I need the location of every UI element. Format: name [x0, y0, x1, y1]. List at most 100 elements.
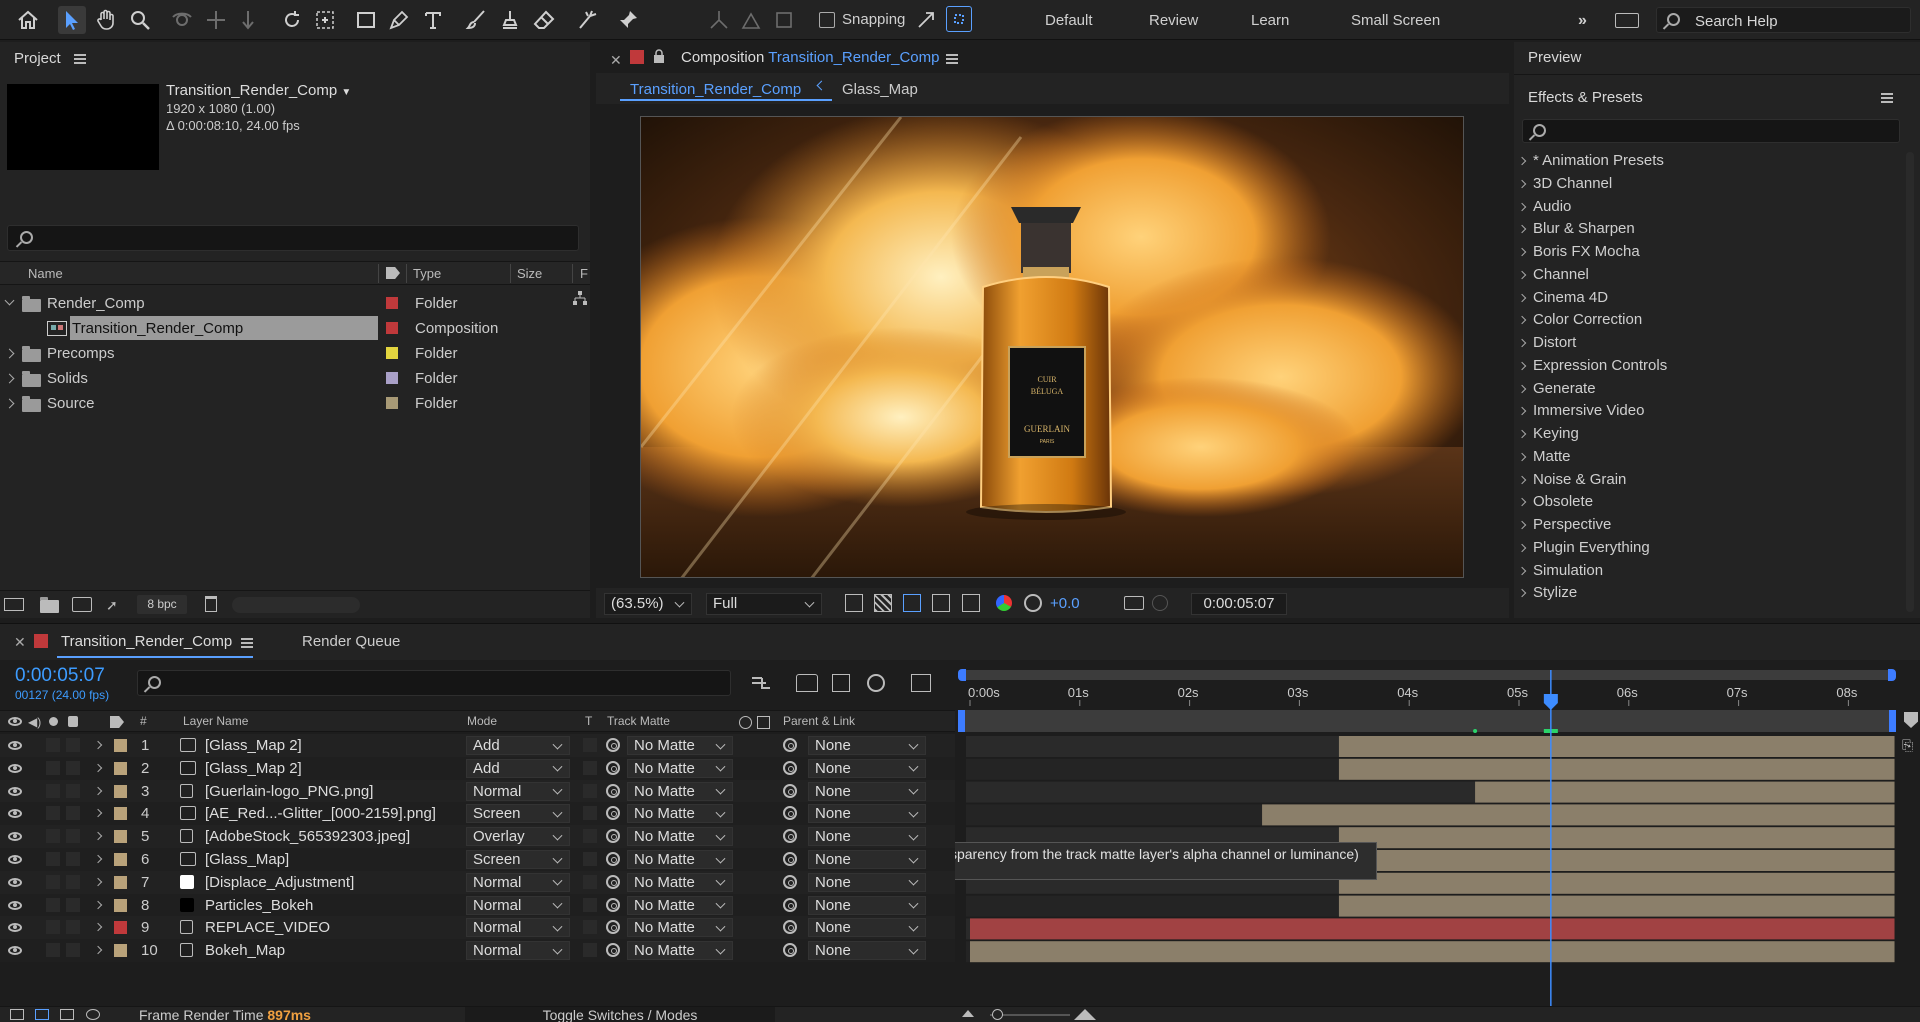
chevron-right-icon[interactable]	[93, 923, 103, 932]
parent-pickwhip-icon[interactable]	[783, 943, 797, 958]
magnification-dropdown[interactable]: (63.5%)	[604, 593, 692, 615]
label-swatch[interactable]	[386, 397, 398, 409]
channel-icon[interactable]	[996, 595, 1012, 611]
matte-pickwhip-icon[interactable]	[606, 760, 620, 775]
parent-dropdown[interactable]: None	[808, 758, 926, 778]
zoom-tool-icon[interactable]	[126, 6, 154, 34]
chevron-right-icon[interactable]	[93, 877, 103, 887]
matte-alpha-column-icon[interactable]	[739, 716, 752, 729]
layer-name[interactable]: Bokeh_Map	[205, 942, 285, 959]
region-of-interest-icon[interactable]	[932, 594, 950, 612]
pan-camera-icon[interactable]	[202, 6, 230, 34]
layer-row[interactable]: 10 Bokeh_Map Normal No Matte None	[0, 939, 955, 963]
preserve-transparency-switch[interactable]	[583, 943, 597, 958]
layer-label-swatch[interactable]	[114, 898, 127, 912]
project-comp-name[interactable]: Transition_Render_Comp ▼	[166, 82, 351, 99]
matte-pickwhip-icon[interactable]	[606, 738, 620, 752]
video-column-icon[interactable]	[8, 717, 22, 726]
trash-icon[interactable]	[205, 596, 217, 612]
graph-editor-icon[interactable]	[911, 674, 931, 692]
track-matte-dropdown[interactable]: No Matte	[627, 941, 733, 961]
composition-menu-icon[interactable]	[946, 54, 958, 64]
roto-brush-icon[interactable]	[574, 6, 602, 34]
matte-pickwhip-icon[interactable]	[606, 783, 620, 798]
workspace-tab-1[interactable]: Review	[1149, 12, 1198, 29]
layer-label-swatch[interactable]	[114, 807, 127, 821]
label-column-icon[interactable]	[110, 716, 124, 728]
parent-pickwhip-icon[interactable]	[783, 783, 797, 798]
workspace-tab-3[interactable]: Small Screen	[1351, 12, 1440, 29]
parent-pickwhip-icon[interactable]	[783, 738, 797, 752]
parent-dropdown[interactable]: None	[808, 872, 926, 892]
bit-depth-button[interactable]: 8 bpc	[137, 595, 187, 614]
chevron-right-icon[interactable]	[93, 831, 103, 841]
matte-pickwhip-icon[interactable]	[606, 829, 620, 844]
label-swatch[interactable]	[386, 347, 398, 359]
lock-switch[interactable]	[66, 806, 80, 821]
layer-label-swatch[interactable]	[114, 784, 127, 798]
blend-mode-dropdown[interactable]: Normal	[466, 895, 570, 915]
blend-mode-dropdown[interactable]: Add	[466, 736, 570, 755]
column-mode[interactable]: Mode	[467, 714, 497, 728]
eye-icon[interactable]	[8, 809, 22, 819]
column-name[interactable]: Name	[28, 266, 63, 281]
transparency-grid-icon[interactable]	[874, 594, 892, 612]
layer-name[interactable]: [AdobeStock_565392303.jpeg]	[205, 828, 410, 845]
pen-tool-icon[interactable]	[385, 6, 413, 34]
flowchart-icon[interactable]	[573, 291, 587, 305]
blend-mode-dropdown[interactable]: Normal	[466, 872, 570, 892]
frame-blending-icon[interactable]	[832, 674, 850, 692]
layer-duration-bar[interactable]	[1338, 827, 1895, 849]
blend-mode-dropdown[interactable]: Overlay	[466, 827, 570, 847]
layer-name[interactable]: REPLACE_VIDEO	[205, 919, 330, 936]
new-composition-icon[interactable]	[72, 597, 92, 612]
lock-switch[interactable]	[66, 783, 80, 798]
layer-row[interactable]: 6 [Glass_Map] Screen No Matte None	[0, 848, 955, 871]
blend-mode-dropdown[interactable]: Normal	[466, 918, 570, 938]
solo-switch[interactable]	[46, 874, 60, 889]
axis-local-icon[interactable]	[705, 6, 733, 34]
eye-icon[interactable]	[8, 832, 22, 842]
eye-icon[interactable]	[8, 786, 22, 796]
lock-switch[interactable]	[66, 943, 80, 958]
layer-duration-bar[interactable]	[1475, 781, 1895, 803]
solo-switch[interactable]	[46, 806, 60, 821]
layer-duration-bar[interactable]	[1338, 736, 1895, 757]
layer-row[interactable]: 7 [Displace_Adjustment] Normal No Matte None	[0, 870, 955, 894]
matte-pickwhip-icon[interactable]	[606, 852, 620, 866]
layer-name[interactable]: [Glass_Map]	[205, 851, 289, 868]
matte-pickwhip-icon[interactable]	[606, 897, 620, 912]
layer-label-swatch[interactable]	[114, 853, 127, 866]
track-matte-dropdown[interactable]: No Matte	[627, 872, 733, 892]
show-snapshot-icon[interactable]	[1152, 595, 1168, 611]
matte-pickwhip-icon[interactable]	[606, 920, 620, 935]
layer-name[interactable]: [Glass_Map 2]	[205, 737, 302, 754]
label-column-icon[interactable]	[386, 267, 400, 279]
motion-blur-icon[interactable]	[867, 674, 885, 692]
lock-switch[interactable]	[66, 920, 80, 935]
eye-icon[interactable]	[8, 900, 22, 910]
preview-panel-title[interactable]: Preview	[1528, 49, 1581, 66]
layer-label-swatch[interactable]	[114, 830, 127, 844]
matte-pickwhip-icon[interactable]	[606, 943, 620, 958]
layer-duration-bar[interactable]	[1338, 895, 1895, 917]
layer-name[interactable]: Particles_Bokeh	[205, 897, 313, 914]
render-queue-tab[interactable]: Render Queue	[302, 633, 400, 650]
chevron-right-icon[interactable]	[93, 809, 103, 818]
playhead-handle[interactable]	[1543, 694, 1558, 710]
parent-dropdown[interactable]: None	[808, 827, 926, 847]
project-item[interactable]: Render_Comp Folder	[0, 291, 565, 316]
column-type[interactable]: Type	[413, 266, 441, 281]
lock-icon[interactable]	[653, 49, 665, 63]
effects-menu-icon[interactable]	[1881, 93, 1893, 103]
track-matte-dropdown[interactable]: No Matte	[627, 758, 733, 778]
snap-edges-icon[interactable]	[912, 6, 940, 34]
chevron-right-icon[interactable]	[4, 373, 15, 384]
blend-mode-dropdown[interactable]: Add	[466, 758, 570, 778]
blend-mode-dropdown[interactable]: Normal	[466, 941, 570, 961]
label-swatch[interactable]	[386, 322, 398, 334]
preserve-transparency-switch[interactable]	[583, 920, 597, 935]
project-settings-icon[interactable]: ➚	[106, 597, 124, 613]
composition-panel-title[interactable]: Composition Transition_Render_Comp	[681, 49, 939, 66]
lock-column-icon[interactable]	[68, 716, 78, 727]
